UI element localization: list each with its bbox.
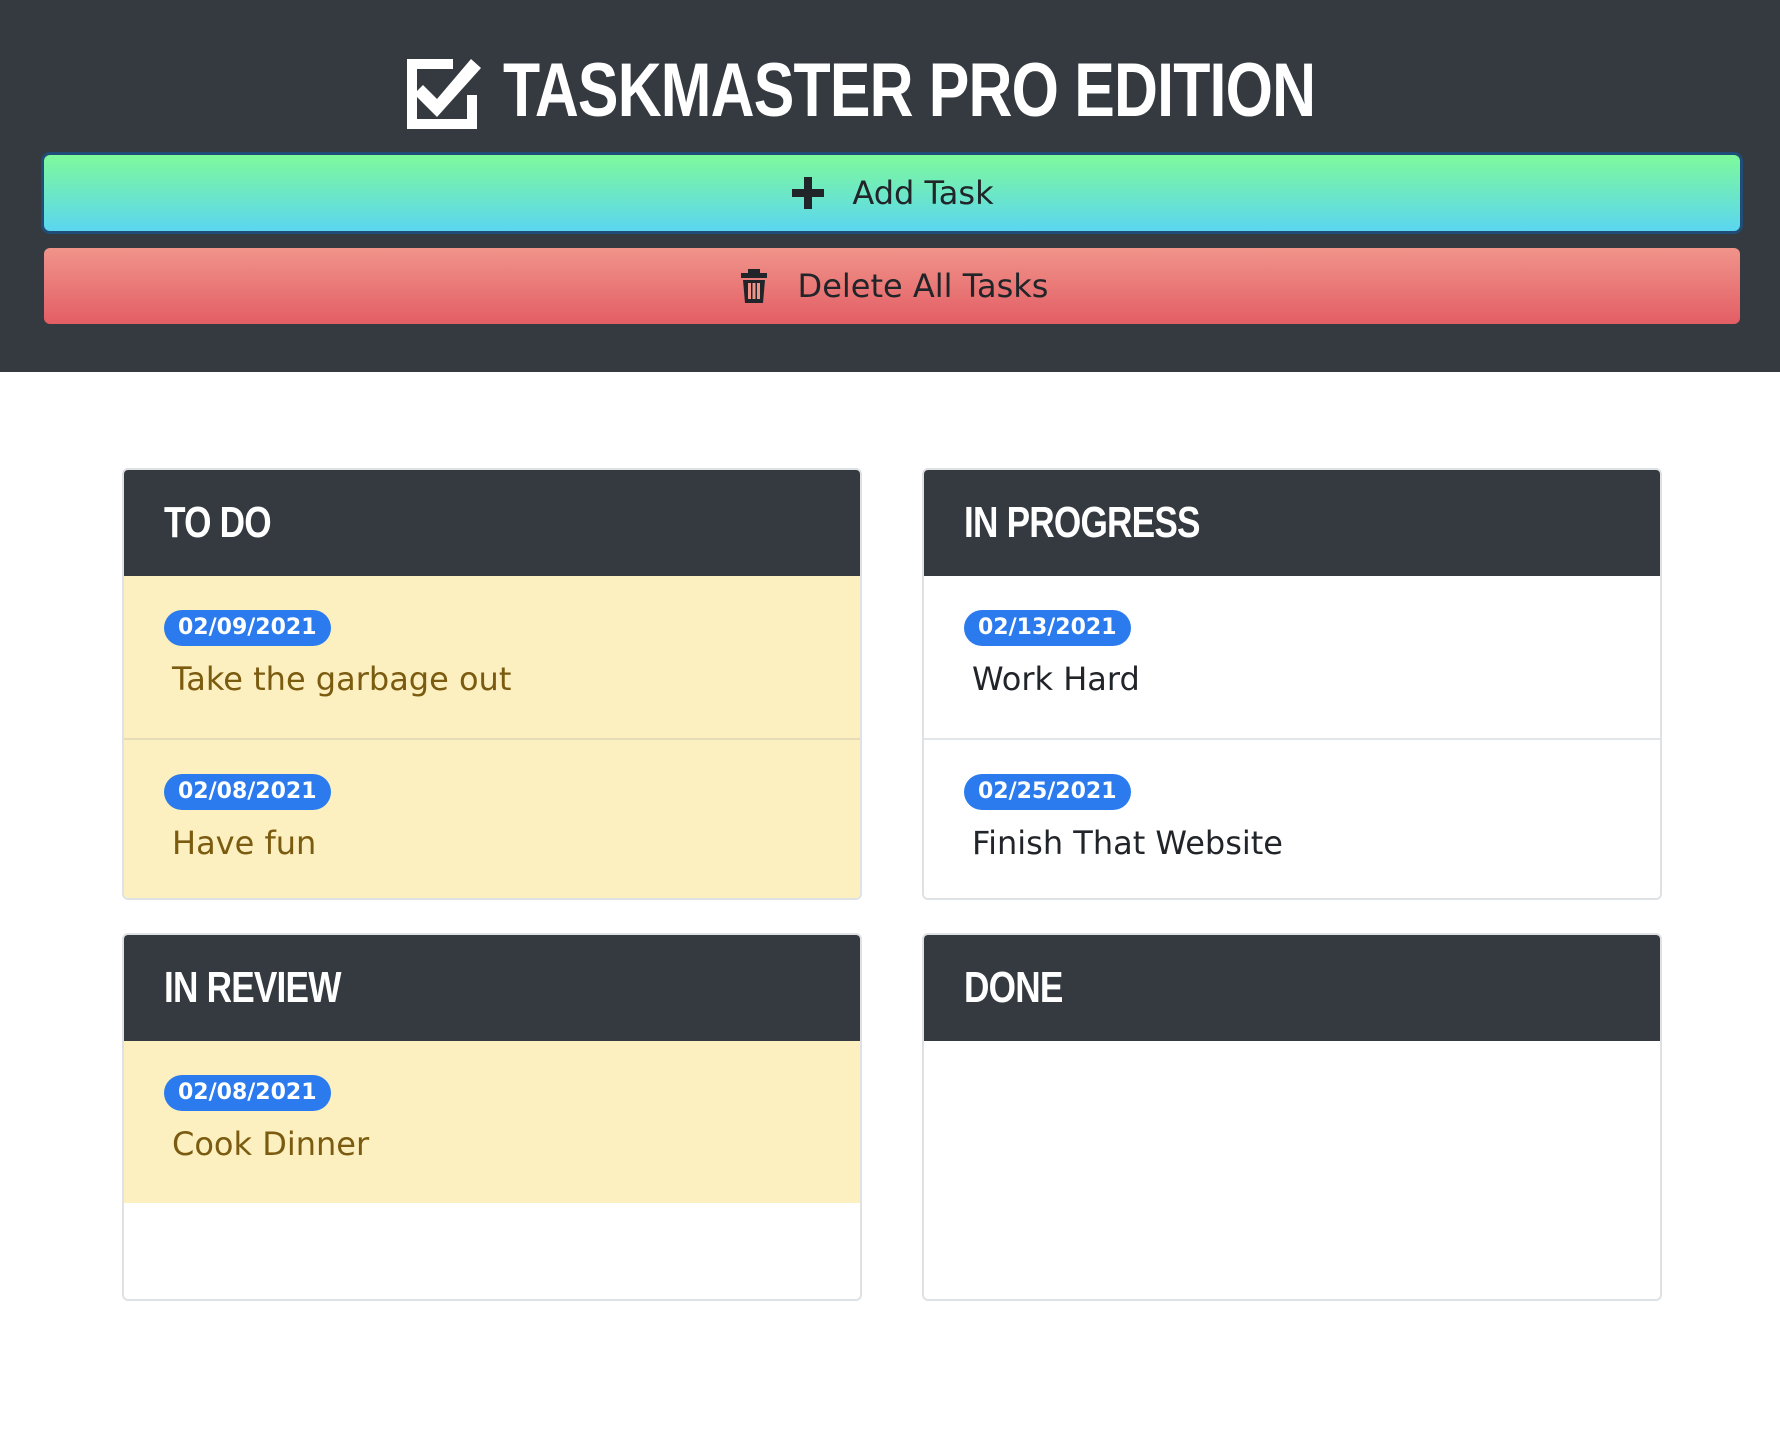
list-in-progress: In Progress 02/13/2021 Work Hard 02/25/2… bbox=[922, 468, 1662, 900]
list-header: To Do bbox=[124, 470, 860, 576]
task-text[interactable]: Finish That Website bbox=[972, 824, 1660, 862]
list-done: Done bbox=[922, 933, 1662, 1301]
delete-all-tasks-button[interactable]: Delete All Tasks bbox=[44, 248, 1740, 324]
page-title: Taskmaster Pro Edition bbox=[0, 40, 1780, 140]
add-task-button[interactable]: Add Task bbox=[44, 155, 1740, 231]
trash-icon bbox=[740, 269, 767, 303]
list-title: In Review bbox=[164, 963, 341, 1012]
app-title: Taskmaster Pro Edition bbox=[503, 47, 1316, 133]
task-text[interactable]: Take the garbage out bbox=[172, 660, 860, 698]
due-date-badge[interactable]: 02/08/2021 bbox=[164, 1075, 331, 1111]
delete-all-tasks-label: Delete All Tasks bbox=[797, 267, 1049, 305]
task-item[interactable]: 02/08/2021 Cook Dinner bbox=[124, 1041, 860, 1203]
add-task-label: Add Task bbox=[852, 174, 994, 212]
task-item[interactable]: 02/09/2021 Take the garbage out bbox=[124, 576, 860, 738]
list-header: In Review bbox=[124, 935, 860, 1041]
checkbox-checked-icon bbox=[407, 59, 482, 129]
plus-icon bbox=[792, 177, 825, 209]
list-in-review: In Review 02/08/2021 Cook Dinner bbox=[122, 933, 862, 1301]
due-date-badge[interactable]: 02/25/2021 bbox=[964, 774, 1131, 810]
list-header: Done bbox=[924, 935, 1660, 1041]
task-text[interactable]: Work Hard bbox=[972, 660, 1660, 698]
list-header: In Progress bbox=[924, 470, 1660, 576]
list-title: In Progress bbox=[964, 498, 1200, 547]
list-title: Done bbox=[964, 963, 1063, 1012]
task-item[interactable]: 02/13/2021 Work Hard bbox=[924, 576, 1660, 738]
task-text[interactable]: Have fun bbox=[172, 824, 860, 862]
list-todo: To Do 02/09/2021 Take the garbage out 02… bbox=[122, 468, 862, 900]
app-header: Taskmaster Pro Edition Add Task Delete A… bbox=[0, 0, 1780, 372]
list-title: To Do bbox=[164, 498, 272, 547]
due-date-badge[interactable]: 02/09/2021 bbox=[164, 610, 331, 646]
task-text[interactable]: Cook Dinner bbox=[172, 1125, 860, 1163]
due-date-badge[interactable]: 02/08/2021 bbox=[164, 774, 331, 810]
due-date-badge[interactable]: 02/13/2021 bbox=[964, 610, 1131, 646]
task-item[interactable]: 02/25/2021 Finish That Website bbox=[924, 738, 1660, 898]
task-item[interactable]: 02/08/2021 Have fun bbox=[124, 738, 860, 898]
